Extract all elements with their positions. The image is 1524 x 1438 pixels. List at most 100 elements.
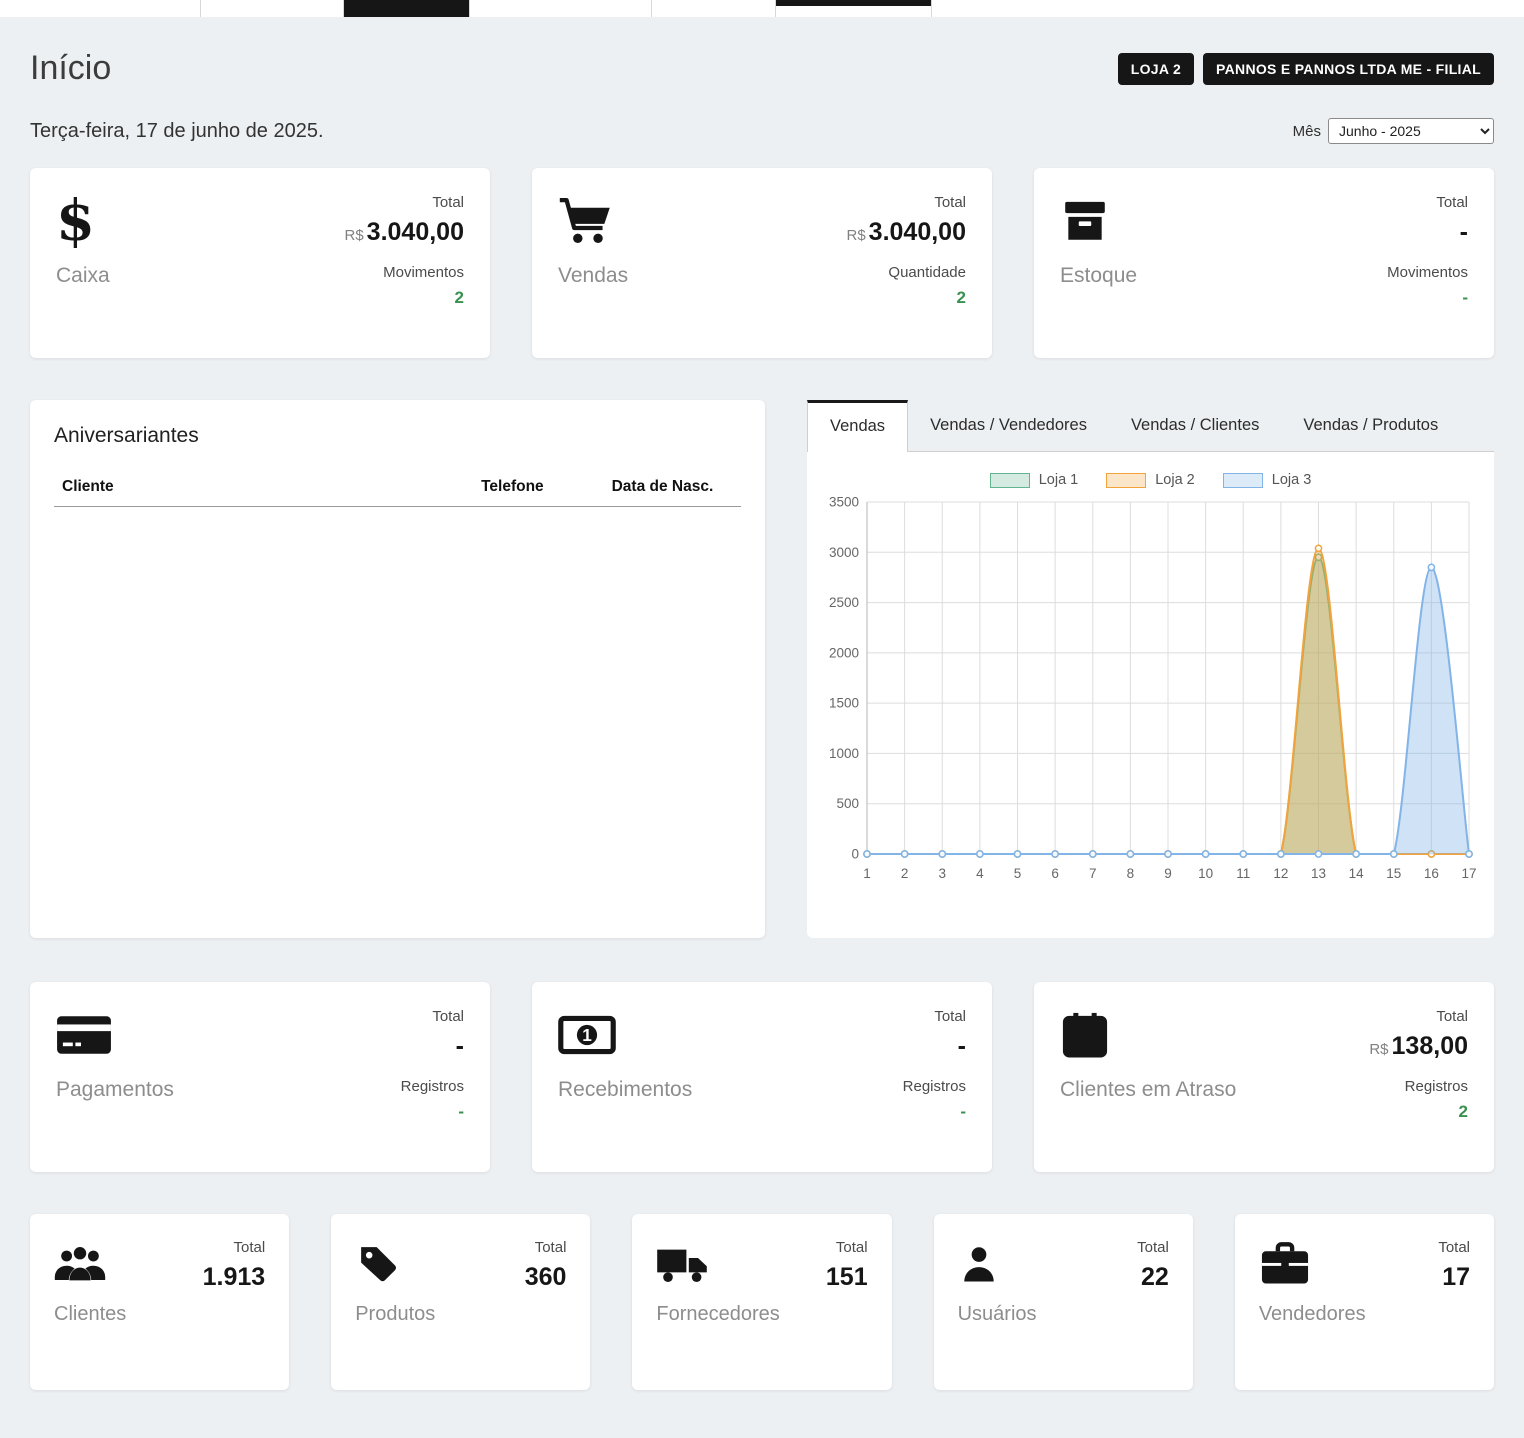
- month-select[interactable]: Junho - 2025: [1328, 118, 1494, 144]
- legend-label: Loja 3: [1272, 472, 1312, 488]
- dollar-icon: $: [56, 194, 110, 248]
- tab-vendas-produtos[interactable]: Vendas / Produtos: [1281, 400, 1460, 451]
- total-label: Total: [846, 194, 966, 211]
- legend-swatch: [990, 473, 1030, 488]
- top-nav: [0, 0, 1524, 17]
- chart-tabs: Vendas Vendas / Vendedores Vendas / Clie…: [807, 400, 1494, 452]
- total-label: Total: [401, 1008, 464, 1025]
- vendedores-card: Vendedores Total 17: [1235, 1214, 1494, 1390]
- summary-cards-top: $ Caixa Total R$3.040,00 Movimentos 2: [30, 168, 1494, 358]
- legend-item[interactable]: Loja 2: [1106, 472, 1195, 488]
- top-nav-item[interactable]: [932, 0, 1524, 17]
- sub-label: Registros: [1369, 1078, 1468, 1095]
- svg-text:10: 10: [1198, 866, 1213, 881]
- svg-text:7: 7: [1088, 866, 1096, 881]
- sub-label: Movimentos: [1387, 264, 1468, 281]
- svg-text:16: 16: [1423, 866, 1438, 881]
- page-header: Início LOJA 2 PANNOS E PANNOS LTDA ME - …: [30, 49, 1494, 88]
- birthdays-panel: Aniversariantes Cliente Telefone Data de…: [30, 400, 765, 938]
- count-value: 151: [826, 1263, 868, 1292]
- produtos-card: Produtos Total 360: [331, 1214, 590, 1390]
- count-value: 22: [1137, 1263, 1169, 1292]
- banknote-icon: 1: [558, 1008, 692, 1062]
- top-nav-item[interactable]: [776, 0, 932, 17]
- total-value: R$3.040,00: [846, 218, 966, 247]
- svg-text:1500: 1500: [828, 696, 858, 711]
- card-title: Usuários: [958, 1303, 1037, 1326]
- calendar-x-icon: [1060, 1008, 1236, 1062]
- clientes-card: Clientes Total 1.913: [30, 1214, 289, 1390]
- usuarios-card: Usuários Total 22: [934, 1214, 1193, 1390]
- birthdays-table: Cliente Telefone Data de Nasc.: [54, 478, 741, 507]
- column-cliente: Cliente: [54, 478, 473, 507]
- cart-icon: [558, 194, 628, 248]
- card-title: Recebimentos: [558, 1078, 692, 1102]
- box-icon: [1060, 194, 1137, 248]
- column-data-nasc: Data de Nasc.: [604, 478, 741, 507]
- svg-text:14: 14: [1348, 866, 1364, 881]
- month-picker: Mês Junho - 2025: [1293, 118, 1494, 144]
- tab-vendas-vendedores[interactable]: Vendas / Vendedores: [908, 400, 1109, 451]
- header-badges: LOJA 2 PANNOS E PANNOS LTDA ME - FILIAL: [1118, 53, 1494, 85]
- tab-vendas-clientes[interactable]: Vendas / Clientes: [1109, 400, 1281, 451]
- caixa-card: $ Caixa Total R$3.040,00 Movimentos 2: [30, 168, 490, 358]
- total-label: Total: [903, 1008, 966, 1025]
- total-value: R$3.040,00: [344, 218, 464, 247]
- svg-text:6: 6: [1051, 866, 1059, 881]
- svg-text:11: 11: [1236, 866, 1250, 881]
- svg-text:17: 17: [1461, 866, 1476, 881]
- card-title: Vendedores: [1259, 1303, 1366, 1326]
- total-label: Total: [344, 194, 464, 211]
- current-date: Terça-feira, 17 de junho de 2025.: [30, 120, 324, 143]
- top-nav-item[interactable]: [201, 0, 344, 17]
- svg-text:5: 5: [1013, 866, 1021, 881]
- legend-swatch: [1106, 473, 1146, 488]
- top-nav-item-active[interactable]: [344, 0, 470, 17]
- sales-area-chart: 0500100015002000250030003500123456789101…: [821, 490, 1481, 890]
- sub-value: -: [401, 1102, 464, 1122]
- svg-text:12: 12: [1273, 866, 1288, 881]
- svg-text:8: 8: [1126, 866, 1134, 881]
- legend-label: Loja 1: [1039, 472, 1079, 488]
- legend-item[interactable]: Loja 3: [1223, 472, 1312, 488]
- credit-card-icon: [56, 1008, 174, 1062]
- top-nav-item[interactable]: [470, 0, 652, 17]
- svg-text:15: 15: [1386, 866, 1401, 881]
- truck-icon: [656, 1239, 779, 1289]
- svg-text:2: 2: [900, 866, 908, 881]
- total-label: Total: [203, 1239, 266, 1256]
- card-title: Vendas: [558, 264, 628, 288]
- svg-text:1: 1: [582, 1025, 592, 1045]
- company-badge: PANNOS E PANNOS LTDA ME - FILIAL: [1203, 53, 1494, 85]
- top-nav-item[interactable]: [0, 0, 201, 17]
- total-label: Total: [1137, 1239, 1169, 1256]
- svg-text:4: 4: [976, 866, 984, 881]
- svg-text:3: 3: [938, 866, 946, 881]
- summary-cards-bottom: Pagamentos Total - Registros - 1 Recebim…: [30, 982, 1494, 1172]
- count-value: 17: [1438, 1263, 1470, 1292]
- card-title: Caixa: [56, 264, 110, 288]
- svg-text:9: 9: [1164, 866, 1172, 881]
- people-icon: [54, 1239, 126, 1289]
- date-row: Terça-feira, 17 de junho de 2025. Mês Ju…: [30, 118, 1494, 144]
- total-value: -: [401, 1032, 464, 1061]
- sub-label: Quantidade: [846, 264, 966, 281]
- store-badge: LOJA 2: [1118, 53, 1194, 85]
- svg-text:13: 13: [1310, 866, 1325, 881]
- sub-value: -: [1387, 288, 1468, 308]
- svg-text:2500: 2500: [828, 595, 858, 610]
- count-value: 360: [525, 1263, 567, 1292]
- tab-vendas[interactable]: Vendas: [807, 400, 908, 452]
- sales-chart-panel: Loja 1Loja 2Loja 3 050010001500200025003…: [807, 452, 1494, 938]
- total-value: R$138,00: [1369, 1032, 1468, 1061]
- total-label: Total: [826, 1239, 868, 1256]
- sub-label: Movimentos: [344, 264, 464, 281]
- fornecedores-card: Fornecedores Total 151: [632, 1214, 891, 1390]
- count-cards-row: Clientes Total 1.913 Produtos Total 360: [30, 1214, 1494, 1390]
- top-nav-item[interactable]: [652, 0, 776, 17]
- legend-item[interactable]: Loja 1: [990, 472, 1079, 488]
- sub-value: 2: [344, 288, 464, 308]
- total-label: Total: [1369, 1008, 1468, 1025]
- sub-value: 2: [846, 288, 966, 308]
- card-title: Clientes: [54, 1303, 126, 1326]
